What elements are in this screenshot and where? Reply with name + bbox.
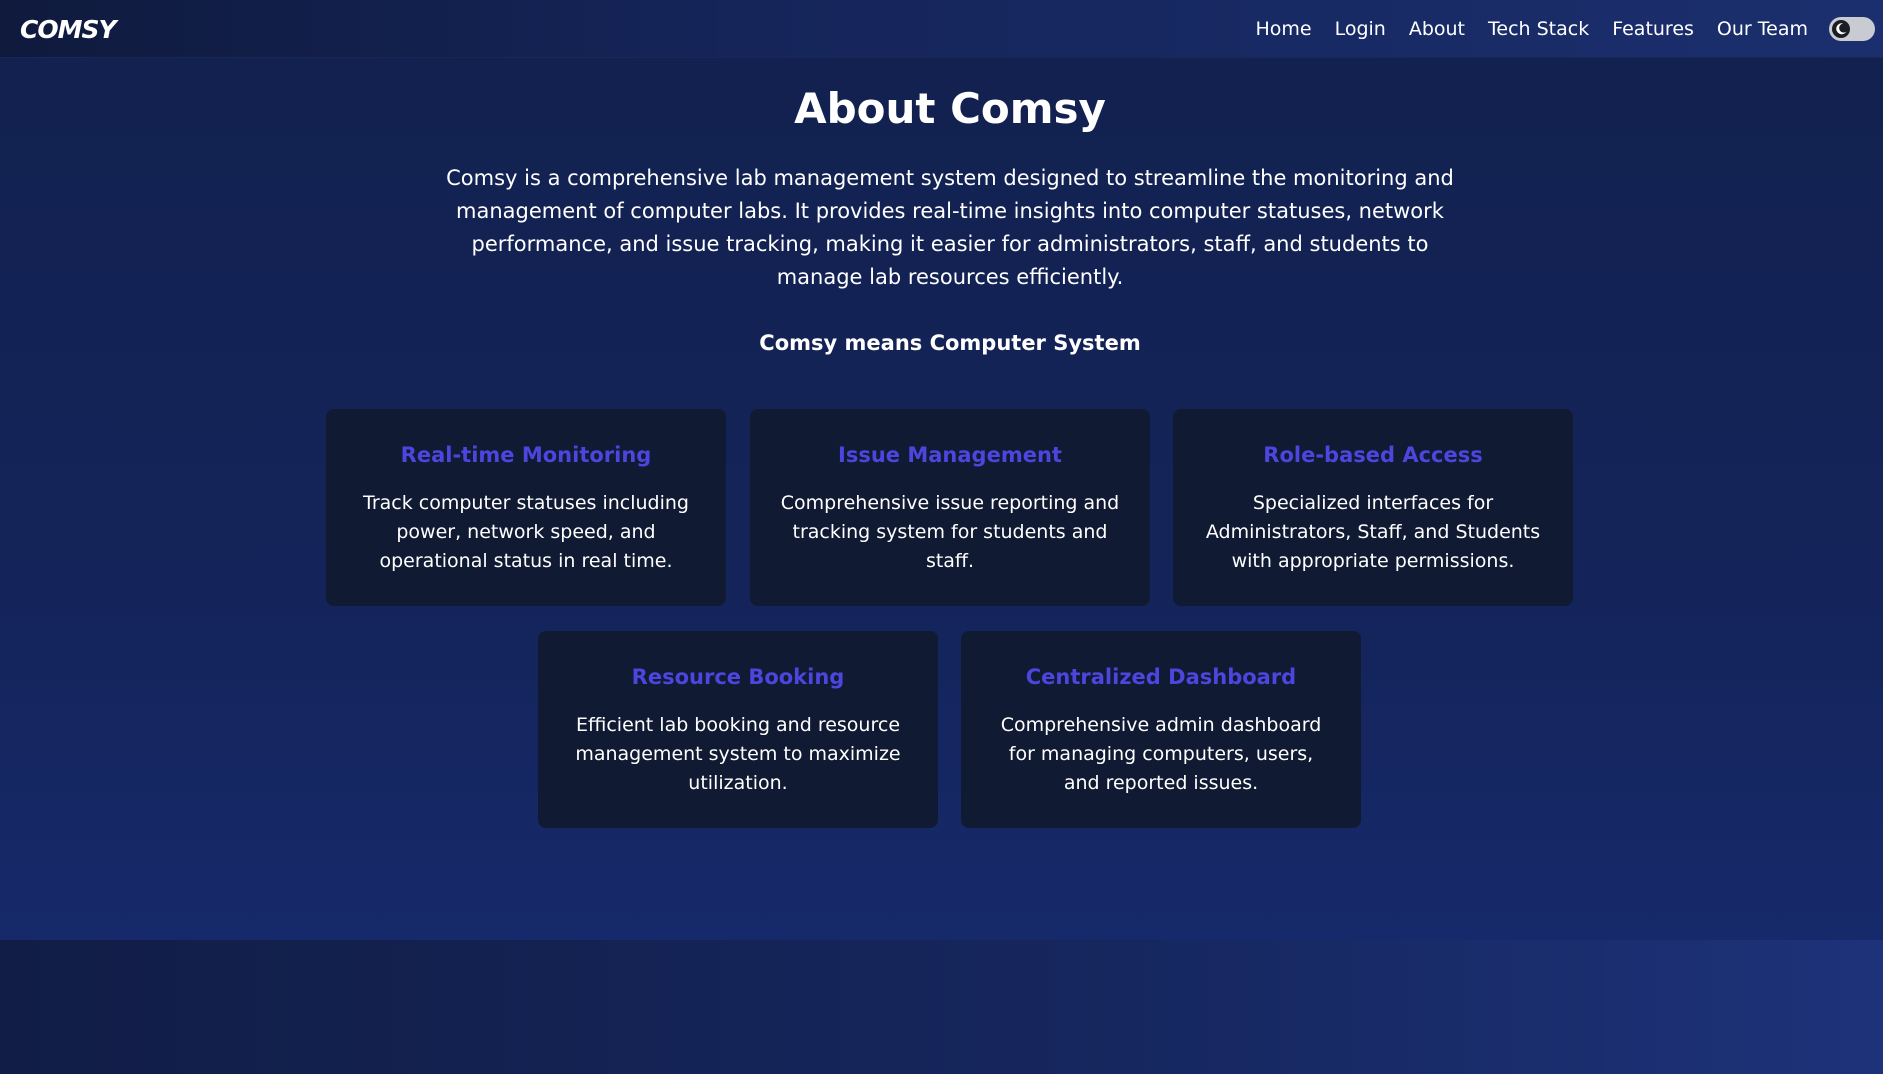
nav-link-features[interactable]: Features xyxy=(1612,18,1694,40)
feature-card-role-based-access: Role-based Access Specialized interfaces… xyxy=(1173,409,1573,606)
logo-text: COMSY xyxy=(20,14,117,44)
feature-card-title: Resource Booking xyxy=(631,665,845,689)
feature-card-description: Comprehensive issue reporting and tracki… xyxy=(780,492,1120,572)
toggle-knob xyxy=(1832,20,1850,38)
feature-card-description: Comprehensive admin dashboard for managi… xyxy=(1000,714,1322,794)
logo[interactable]: COMSY xyxy=(20,12,117,46)
feature-card-issue-management: Issue Management Comprehensive issue rep… xyxy=(750,409,1150,606)
intro-paragraph: Comsy is a comprehensive lab management … xyxy=(446,166,1454,289)
feature-card-centralized-dashboard: Centralized Dashboard Comprehensive admi… xyxy=(961,631,1361,828)
nav-link-about[interactable]: About xyxy=(1409,18,1465,40)
feature-card-realtime-monitoring: Real-time Monitoring Track computer stat… xyxy=(326,409,726,606)
moon-icon xyxy=(1836,23,1847,35)
tagline: Comsy means Computer System xyxy=(759,331,1141,355)
nav-link-login[interactable]: Login xyxy=(1335,18,1386,40)
feature-card-resource-booking: Resource Booking Efficient lab booking a… xyxy=(538,631,938,828)
feature-card-title: Role-based Access xyxy=(1263,443,1483,467)
top-navbar: COMSY Home Login About Tech Stack Featur… xyxy=(0,0,1883,57)
theme-toggle[interactable] xyxy=(1829,17,1875,41)
nav-link-home[interactable]: Home xyxy=(1255,18,1311,40)
feature-card-description: Specialized interfaces for Administrator… xyxy=(1205,492,1541,572)
nav-links: Home Login About Tech Stack Features Our… xyxy=(1255,0,1808,57)
feature-card-description: Track computer statuses including power,… xyxy=(363,492,689,572)
feature-card-description: Efficient lab booking and resource manag… xyxy=(575,714,901,794)
feature-card-title: Issue Management xyxy=(838,443,1062,467)
footer-area xyxy=(0,940,1883,1074)
feature-card-title: Real-time Monitoring xyxy=(400,443,652,467)
page-title: About Comsy xyxy=(794,84,1106,133)
feature-card-title: Centralized Dashboard xyxy=(1025,665,1297,689)
nav-link-our-team[interactable]: Our Team xyxy=(1717,18,1808,40)
nav-link-tech-stack[interactable]: Tech Stack xyxy=(1488,18,1589,40)
